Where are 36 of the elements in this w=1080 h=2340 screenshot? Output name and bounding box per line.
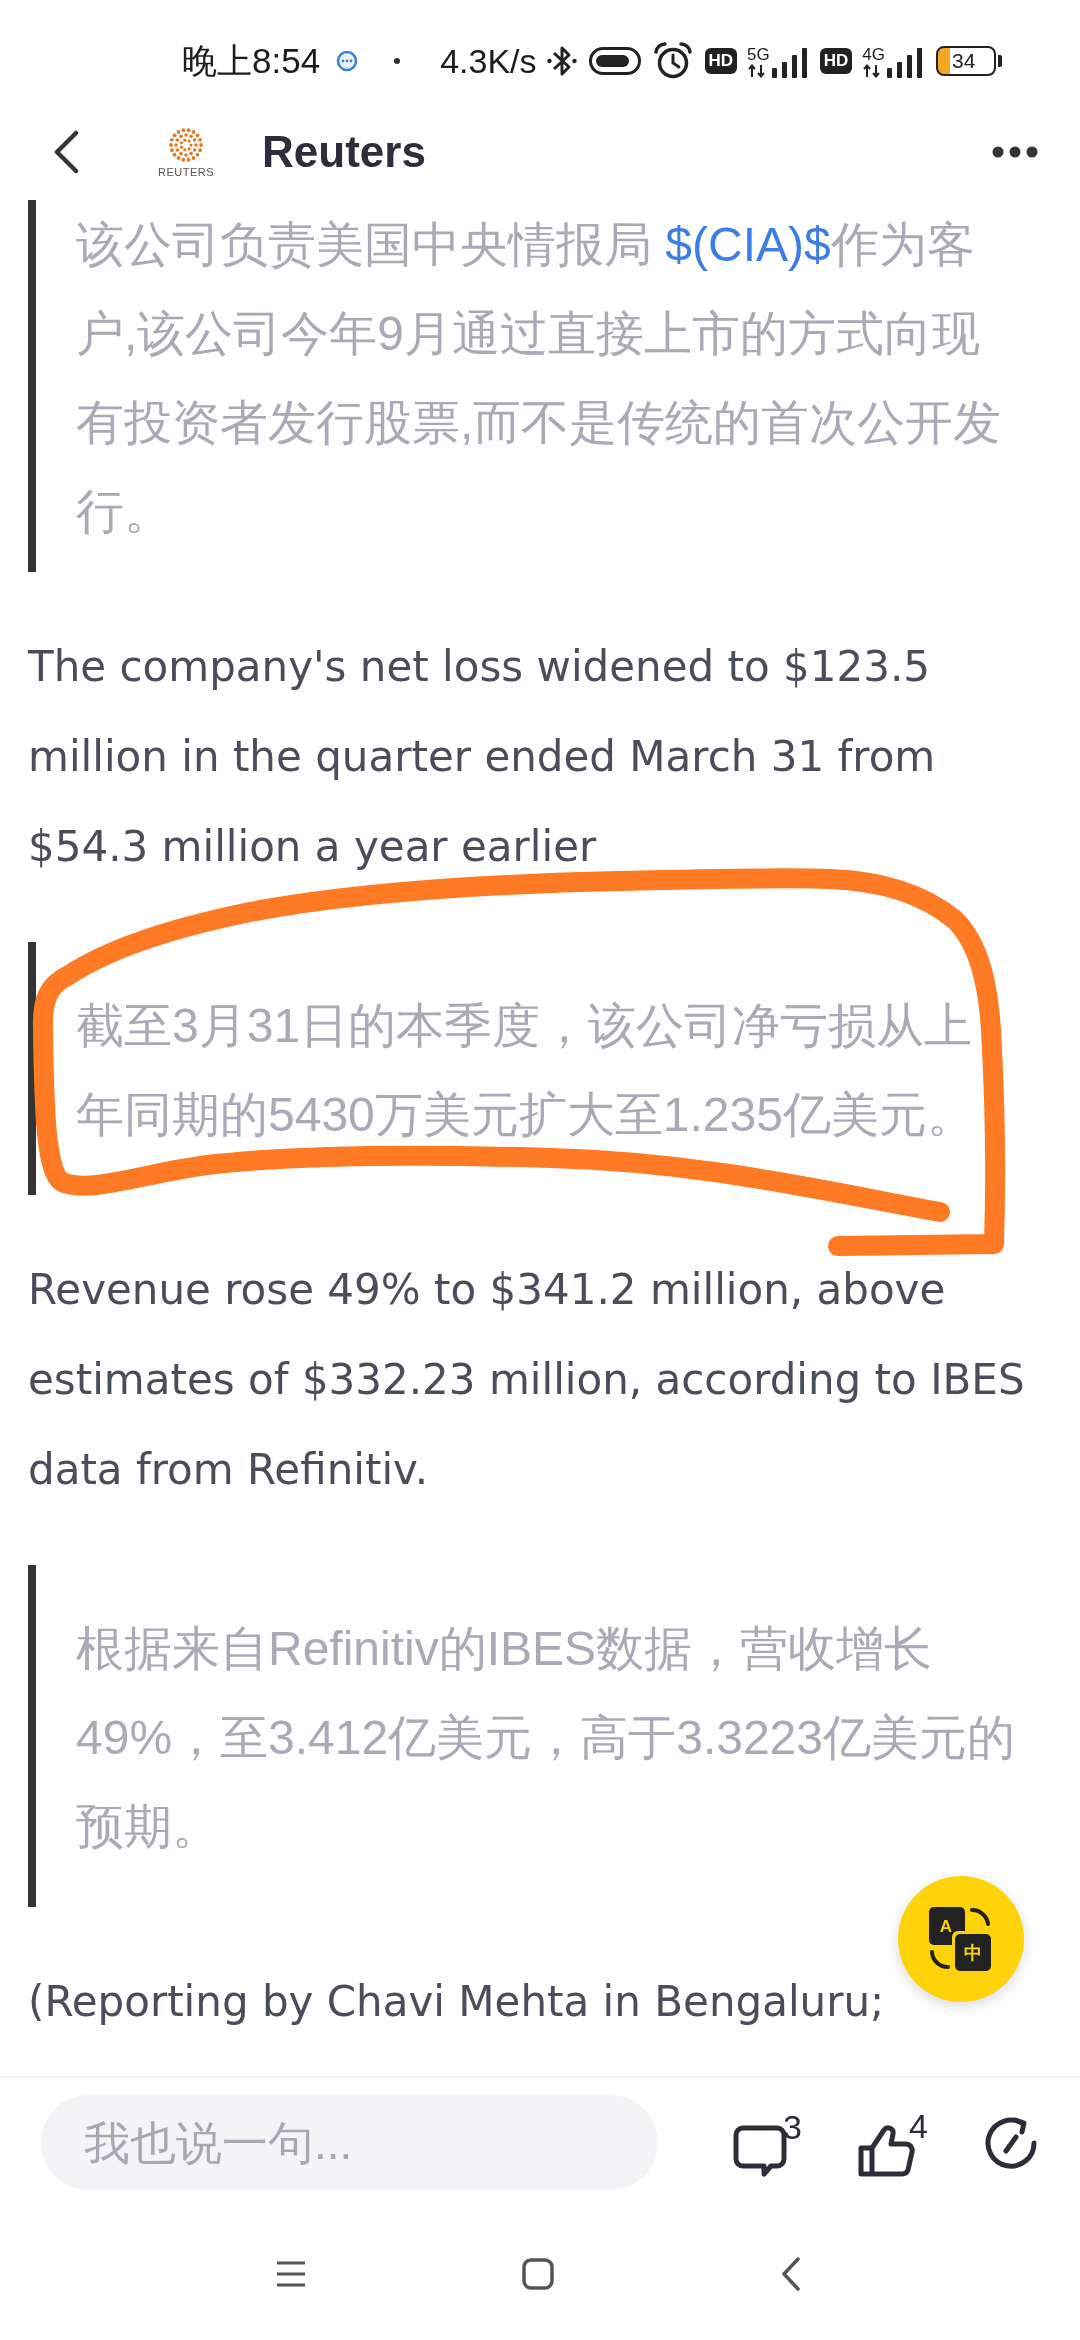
share-button[interactable] (982, 2114, 1039, 2171)
translation-text: 根据来自Refinitiv的IBES数据，营收增长49%，至3.412亿美元，高于3.3223亿美元的预期。 (76, 1621, 1016, 1855)
page-title: Reuters (262, 127, 426, 177)
network-type-label: 4G (862, 46, 885, 64)
share-icon (982, 2114, 1039, 2171)
data-arrows-icon (747, 64, 768, 78)
paragraph-text: The company's net loss widened to $123.5 million in the quarter ended March 31 from $54.3 million a year earlier (28, 641, 937, 873)
back-icon (52, 130, 80, 174)
bluetooth-icon (546, 44, 577, 78)
alarm-clock-icon (652, 41, 693, 81)
square-icon (522, 2258, 554, 2290)
status-time: 晚上8:54 (182, 39, 321, 82)
network-type-label: 5G (747, 46, 770, 64)
paragraph-text: (Reporting by Chavi Mehta in Bengaluru; (28, 1976, 885, 2028)
data-arrows-icon (862, 64, 883, 78)
more-icon (992, 146, 1038, 158)
chat-bubble-icon (336, 50, 359, 72)
battery-percent: 34 (952, 50, 976, 72)
dot-icon (394, 58, 401, 64)
capsule-icon (588, 47, 641, 75)
network-speed: 4.3K/s (440, 41, 537, 81)
chevron-left-icon (781, 2257, 801, 2291)
signal-bars-icon (771, 48, 808, 78)
menu-icon (276, 2261, 306, 2287)
hd-badge: HD (819, 48, 853, 74)
translation-text: 该公司负责美国中央情报局 $(CIA)$作为客户,该公司今年9月通过直接上市的方式向现有投资者发行股票,而不是传统的首次公开发行。 (76, 217, 1003, 540)
comment-button[interactable]: 3 (733, 2108, 802, 2177)
logo-text: REUTERS (158, 165, 215, 179)
translation-text: 截至3月31日的本季度，该公司净亏损从上年同期的5430万美元扩大至1.235亿美元。 (76, 998, 976, 1143)
paragraph-text: Revenue rose 49% to $341.2 million, above estimates of $332.23 million, according to IBES data from Refinitiv. (28, 1264, 1026, 1496)
stock-link[interactable]: $(CIA)$ (665, 218, 831, 271)
like-button[interactable]: 4 (856, 2107, 928, 2178)
translate-button[interactable]: A 中 (898, 1876, 1024, 2002)
comment-input[interactable]: 我也说一句... (41, 2095, 658, 2190)
hd-badge: HD (704, 48, 738, 74)
signal-bars-icon (887, 48, 923, 78)
